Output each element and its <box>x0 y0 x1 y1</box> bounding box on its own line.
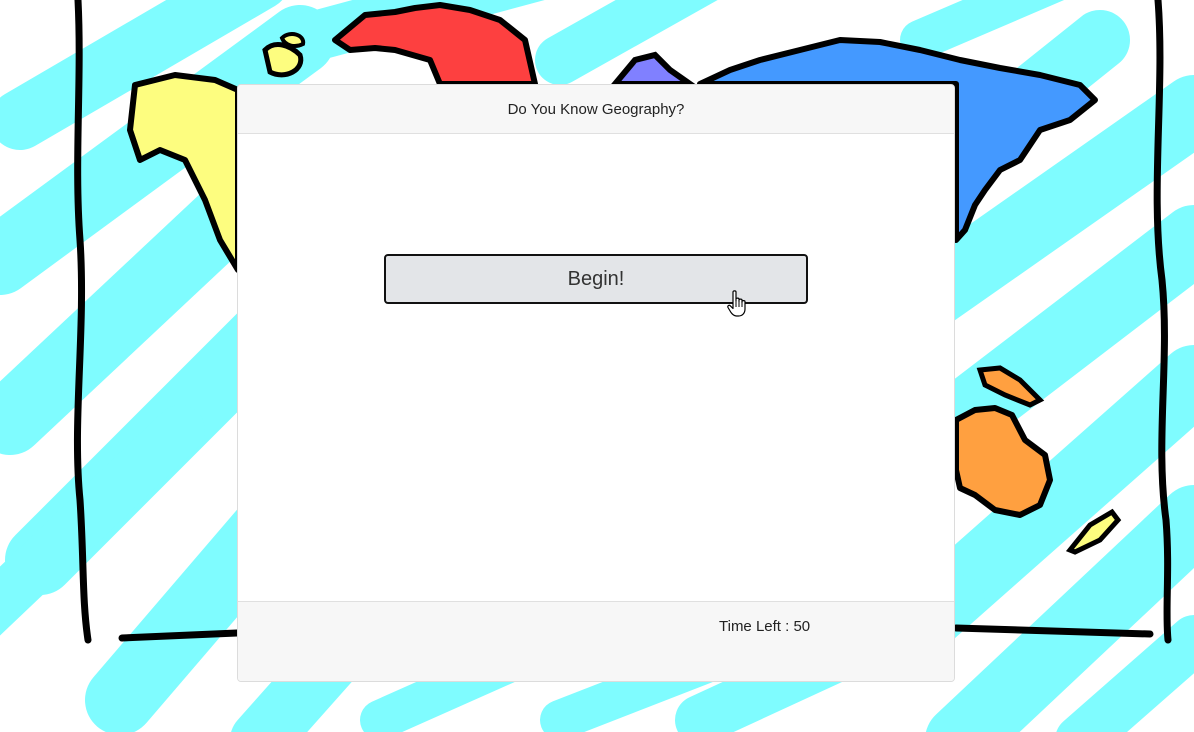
australia-shape <box>953 405 1053 518</box>
middle-east-shape <box>608 51 700 87</box>
card-body: Begin! <box>238 134 954 603</box>
card-footer: Time Left : 50 <box>238 601 954 681</box>
quiz-screen: Do You Know Geography? Begin! Time Left … <box>0 0 1194 732</box>
card-header: Do You Know Geography? <box>238 85 954 134</box>
quiz-title: Do You Know Geography? <box>507 100 685 118</box>
arctic-island-shape <box>262 42 304 78</box>
quiz-card: Do You Know Geography? Begin! Time Left … <box>237 84 955 682</box>
timer-value: 50 <box>793 618 811 635</box>
timer-label: Time Left : <box>719 618 794 635</box>
europe-shape <box>332 2 538 87</box>
timer: Time Left : 50 <box>719 618 810 635</box>
hand-pointer-cursor-icon <box>727 290 746 317</box>
